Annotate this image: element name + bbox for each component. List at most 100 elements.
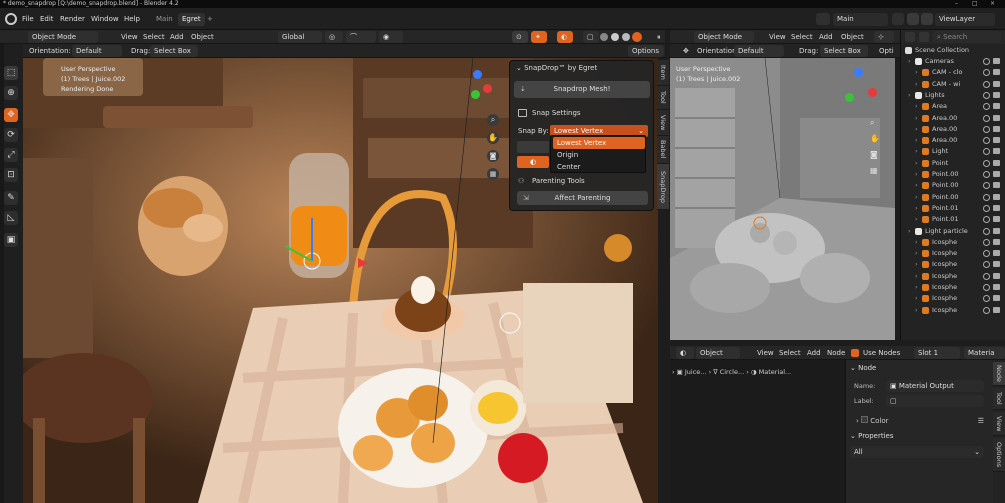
menu-render[interactable]: Render (60, 15, 85, 23)
node-section-header[interactable]: ⌄ Node (850, 364, 876, 372)
affect-parenting-button[interactable]: ⇲ Affect Parenting (517, 191, 648, 205)
render-camera-icon[interactable] (993, 295, 1000, 302)
expand-chevron-icon[interactable]: › (915, 293, 918, 304)
outliner-item-light[interactable]: › Area.00 (915, 113, 1005, 124)
render-camera-icon[interactable] (993, 91, 1000, 98)
visibility-eye-icon[interactable] (983, 171, 990, 178)
navigation-gizmo[interactable] (463, 70, 493, 100)
render-camera-icon[interactable] (993, 204, 1000, 211)
node-menu-add[interactable]: Add (804, 347, 824, 359)
visibility-eye-icon[interactable] (983, 227, 990, 235)
visibility-eye-icon[interactable] (983, 284, 990, 291)
expand-chevron-icon[interactable]: › (915, 282, 918, 293)
render-camera-icon[interactable] (993, 261, 1000, 268)
expand-chevron-icon[interactable]: › (915, 113, 918, 124)
render-camera-icon[interactable] (993, 272, 1000, 279)
node-tab-tool[interactable]: Tool (993, 388, 1005, 410)
visibility-eye-icon[interactable] (983, 250, 990, 258)
outliner-item-light[interactable]: › Area (915, 101, 1005, 112)
shading-wireframe-icon[interactable] (600, 33, 608, 41)
right-menu-view[interactable]: View (766, 31, 789, 43)
expand-chevron-icon[interactable]: › (915, 180, 918, 191)
outliner-item-light[interactable]: › Light (915, 146, 1005, 157)
render-camera-icon[interactable] (993, 193, 1000, 200)
visibility-eye-icon[interactable] (983, 114, 990, 122)
visibility-eye-icon[interactable] (983, 193, 990, 201)
visibility-eye-icon[interactable] (983, 272, 990, 280)
visibility-icon[interactable]: ⊙ (512, 31, 528, 43)
right-menu-object[interactable]: Object (838, 31, 867, 43)
breadcrumb-material[interactable]: Material... (759, 368, 792, 376)
gizmo-icon[interactable]: ✦ (531, 31, 547, 43)
option-center[interactable]: Center (553, 161, 645, 173)
outliner-editor-icon[interactable] (905, 32, 915, 42)
solid-viewport[interactable]: User Perspective (1) Trees | Juice.002 ⌕… (670, 58, 895, 340)
visibility-eye-icon[interactable] (983, 238, 990, 246)
right-grid-icon[interactable]: ▦ (870, 166, 878, 175)
outliner-item-light[interactable]: › Point.00 (915, 192, 1005, 203)
tab-view[interactable]: View (657, 110, 669, 136)
right-zoom-icon[interactable]: ⌕ (870, 118, 874, 128)
outliner-item-camera[interactable]: › CAM - wi (915, 79, 1005, 90)
y-axis-icon[interactable] (471, 90, 480, 99)
pin-icon[interactable] (892, 13, 904, 25)
camera-view-icon[interactable]: ◙ (487, 150, 499, 162)
node-canvas[interactable]: › ▣ Juice... › ∇ Circle... › ◑ Material.… (670, 360, 845, 503)
expand-chevron-icon[interactable]: › (915, 124, 918, 135)
breadcrumb-object[interactable]: Juice... (685, 368, 707, 376)
color-checkbox[interactable] (861, 416, 869, 423)
menu-file[interactable]: File (22, 15, 34, 23)
render-camera-icon[interactable] (993, 58, 1000, 64)
delete-scene-icon[interactable] (921, 13, 933, 25)
annotate-tool[interactable]: ✎ (4, 191, 18, 205)
tab-tool[interactable]: Tool (657, 86, 669, 110)
expand-chevron-icon[interactable]: › (915, 214, 918, 225)
add-workspace-button[interactable]: + (203, 13, 217, 26)
outliner-item-light[interactable]: › Area.00 (915, 124, 1005, 135)
outliner-item-mesh[interactable]: › Icosphe (915, 259, 1005, 270)
render-camera-icon[interactable] (993, 125, 1000, 132)
outliner-root[interactable]: Scene Collection (905, 45, 1005, 56)
outliner-search-input[interactable]: ⌕ Search (933, 31, 1001, 43)
right-menu-select[interactable]: Select (788, 31, 816, 43)
menu-window[interactable]: Window (91, 15, 119, 23)
visibility-eye-icon[interactable] (983, 306, 990, 314)
right-z-axis-icon[interactable] (854, 68, 863, 77)
visibility-eye-icon[interactable] (983, 125, 990, 133)
material-selector[interactable]: Materia (964, 347, 1005, 359)
right-transform-icon[interactable]: ⊹ (874, 31, 894, 43)
shading-material-icon[interactable] (622, 33, 630, 41)
expand-chevron-icon[interactable]: › (915, 271, 918, 282)
right-drag-dropdown[interactable]: Select Box (820, 45, 868, 57)
expand-chevron-icon[interactable]: › (915, 169, 918, 180)
select-tool[interactable]: ⬚ (4, 66, 18, 80)
outliner-item-mesh[interactable]: › Icosphe (915, 305, 1005, 316)
outliner-item-mesh[interactable]: › Icosphe (915, 248, 1005, 259)
mode-selector[interactable]: Object Mode (28, 31, 98, 43)
expand-chevron-icon[interactable]: › (915, 146, 918, 157)
visibility-eye-icon[interactable] (983, 91, 990, 99)
view-layer-selector[interactable]: ViewLayer (935, 13, 995, 26)
right-mode-selector[interactable]: Object Mode (694, 31, 754, 43)
visibility-eye-icon[interactable] (983, 103, 990, 111)
visibility-eye-icon[interactable] (983, 159, 990, 167)
expand-chevron-icon[interactable]: › (915, 67, 918, 78)
outliner-item-light[interactable]: › Point (915, 158, 1005, 169)
expand-chevron-icon[interactable]: › (915, 101, 918, 112)
expand-chevron-icon[interactable]: › (915, 259, 918, 270)
outliner-item-light[interactable]: › Point.00 (915, 180, 1005, 191)
node-tab-options[interactable]: Options (993, 438, 1005, 472)
option-origin[interactable]: Origin (553, 149, 645, 161)
proportional-edit-icon[interactable]: ◉ (379, 31, 403, 43)
outliner-item-camera[interactable]: › CAM - clo (915, 67, 1005, 78)
node-tab-node[interactable]: Node (993, 362, 1005, 386)
menu-select[interactable]: Select (140, 31, 168, 43)
list-icon[interactable]: ☰ (978, 414, 984, 428)
expand-chevron-icon[interactable]: › (915, 192, 918, 203)
expand-chevron-icon[interactable]: › (908, 226, 911, 237)
render-camera-icon[interactable] (993, 250, 1000, 257)
render-camera-icon[interactable] (993, 114, 1000, 121)
measure-tool[interactable]: ◺ (4, 211, 18, 225)
tab-egret[interactable]: Egret (178, 13, 205, 26)
slot-dropdown[interactable]: Slot 1 (914, 347, 960, 359)
